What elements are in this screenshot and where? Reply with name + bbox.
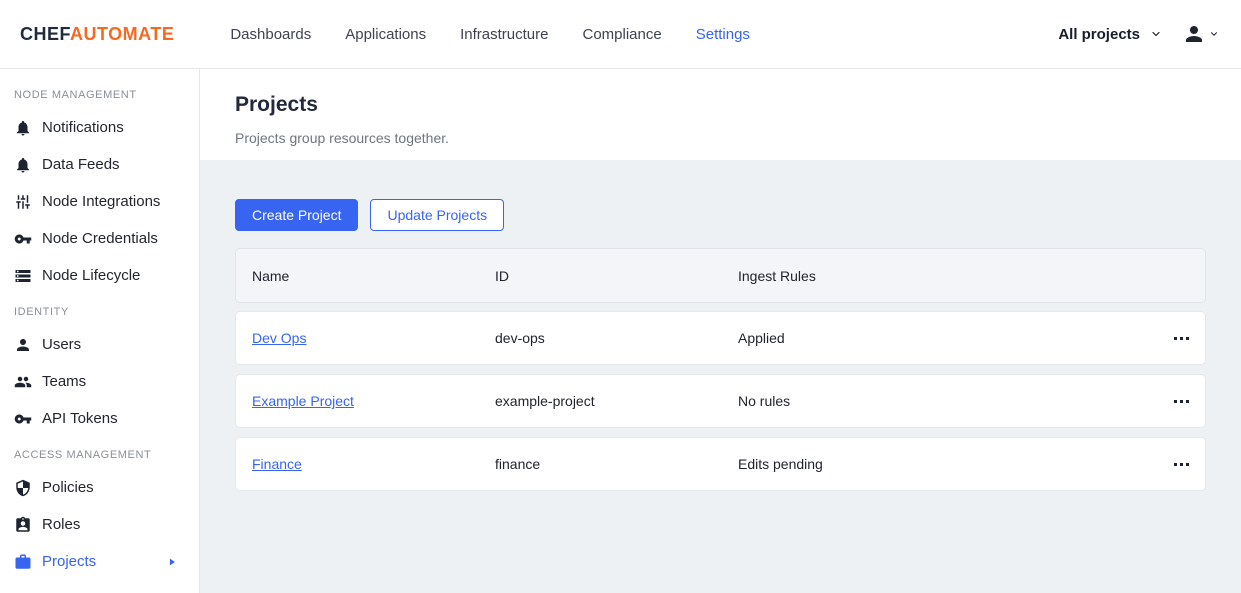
key-icon [14,410,32,428]
sidebar-item-node-credentials[interactable]: Node Credentials [0,220,199,257]
table-row-finance: Finance financeEdits pending [235,437,1206,491]
ingest-rules-cell: Edits pending [738,456,1166,472]
row-menu-button[interactable] [1166,392,1189,411]
top-nav-bar: CHEFAUTOMATE Dashboards Applications Infra… [0,0,1241,69]
row-menu-button[interactable] [1166,455,1189,474]
ingest-rules-cell: No rules [738,393,1166,409]
bell-icon [14,156,32,174]
sidebar-item-api-tokens[interactable]: API Tokens [0,400,199,437]
briefcase-icon [14,553,32,571]
page-title: Projects [235,93,1206,117]
logo-automate-text: AUTOMATE [70,24,174,44]
table-row-example-project: Example Project example-projectNo rules [235,374,1206,428]
projects-filter-dropdown[interactable]: All projects [1058,26,1162,43]
sidebar-item-label: Data Feeds [42,156,120,173]
page-layout: NODE MANAGEMENT Notifications Data Feeds No… [0,69,1241,593]
project-name-link[interactable]: Example Project [252,393,354,409]
badge-icon [14,516,32,534]
update-projects-button[interactable]: Update Projects [370,199,504,231]
project-name-link[interactable]: Dev Ops [252,330,306,346]
ellipsis-icon [1174,463,1177,466]
project-id-cell: dev-ops [495,330,738,346]
project-actions: Create Project Update Projects [235,199,1206,231]
row-menu-button[interactable] [1166,329,1189,348]
sidebar-item-label: Policies [42,479,94,496]
main-content: Projects Projects group resources togeth… [200,69,1241,593]
column-header-id: ID [495,268,738,284]
user-icon [14,336,32,354]
sidebar-item-teams[interactable]: Teams [0,363,199,400]
sidebar-section-label-identity: IDENTITY [0,294,199,326]
user-avatar-icon [1182,22,1206,46]
caret-right-icon [167,557,177,567]
sidebar-item-label: Roles [42,516,80,533]
nav-item-settings[interactable]: Settings [696,26,750,43]
shield-icon [14,479,32,497]
nav-item-infrastructure[interactable]: Infrastructure [460,26,548,43]
project-id-cell: finance [495,456,738,472]
users-icon [14,373,32,391]
ingest-rules-cell: Applied [738,330,1166,346]
projects-table: NameIDIngest Rules Dev Ops dev-opsApplied… [235,248,1206,491]
table-body: Dev Ops dev-opsApplied Example Project exam… [235,311,1206,491]
ellipsis-icon [1174,400,1177,403]
project-name-cell: Example Project [252,393,495,409]
header-right: All projects [1058,22,1219,46]
sliders-icon [14,193,32,211]
page-header: Projects Projects group resources togeth… [200,69,1241,160]
sidebar-item-policies[interactable]: Policies [0,469,199,506]
sidebar-section-label-access-management: ACCESS MANAGEMENT [0,437,199,469]
sidebar-item-label: Node Credentials [42,230,158,247]
sidebar-section-label-node-management: NODE MANAGEMENT [0,77,199,109]
sidebar-item-label: Teams [42,373,86,390]
project-name-cell: Dev Ops [252,330,495,346]
sidebar-item-node-integrations[interactable]: Node Integrations [0,183,199,220]
page-subtitle: Projects group resources together. [235,130,1206,146]
sidebar-item-node-lifecycle[interactable]: Node Lifecycle [0,257,199,294]
main-nav: Dashboards Applications Infrastructure Comp… [230,26,750,43]
user-menu[interactable] [1182,22,1219,46]
sidebar-item-notifications[interactable]: Notifications [0,109,199,146]
key-icon [14,230,32,248]
logo-chef-text: CHEF [20,24,70,44]
project-name-link[interactable]: Finance [252,456,302,472]
sidebar-item-label: API Tokens [42,410,118,427]
sidebar-item-label: Node Integrations [42,193,160,210]
sidebar-item-label: Notifications [42,119,124,136]
chevron-down-icon [1150,28,1162,40]
column-header-name: Name [252,268,495,284]
chef-automate-app: CHEFAUTOMATE Dashboards Applications Infra… [0,0,1241,593]
nav-item-applications[interactable]: Applications [345,26,426,43]
sidebar-item-roles[interactable]: Roles [0,506,199,543]
sidebar-item-label: Projects [42,553,96,570]
storage-list-icon [14,267,32,285]
projects-filter-label: All projects [1058,26,1140,43]
table-header-row: NameIDIngest Rules [235,248,1206,303]
create-project-button[interactable]: Create Project [235,199,358,231]
sidebar-item-label: Users [42,336,81,353]
chef-automate-logo[interactable]: CHEFAUTOMATE [20,24,174,45]
project-id-cell: example-project [495,393,738,409]
column-header-ingest-rules: Ingest Rules [738,268,1189,284]
ellipsis-icon [1174,337,1177,340]
settings-sidebar: NODE MANAGEMENT Notifications Data Feeds No… [0,69,200,593]
sidebar-item-projects[interactable]: Projects [0,543,199,580]
chevron-down-icon [1209,29,1219,39]
sidebar-item-data-feeds[interactable]: Data Feeds [0,146,199,183]
sidebar-item-users[interactable]: Users [0,326,199,363]
table-row-dev-ops: Dev Ops dev-opsApplied [235,311,1206,365]
sidebar-item-label: Node Lifecycle [42,267,140,284]
project-name-cell: Finance [252,456,495,472]
bell-icon [14,119,32,137]
nav-item-compliance[interactable]: Compliance [583,26,662,43]
nav-item-dashboards[interactable]: Dashboards [230,26,311,43]
content-body: Create Project Update Projects NameIDIng… [200,160,1241,593]
